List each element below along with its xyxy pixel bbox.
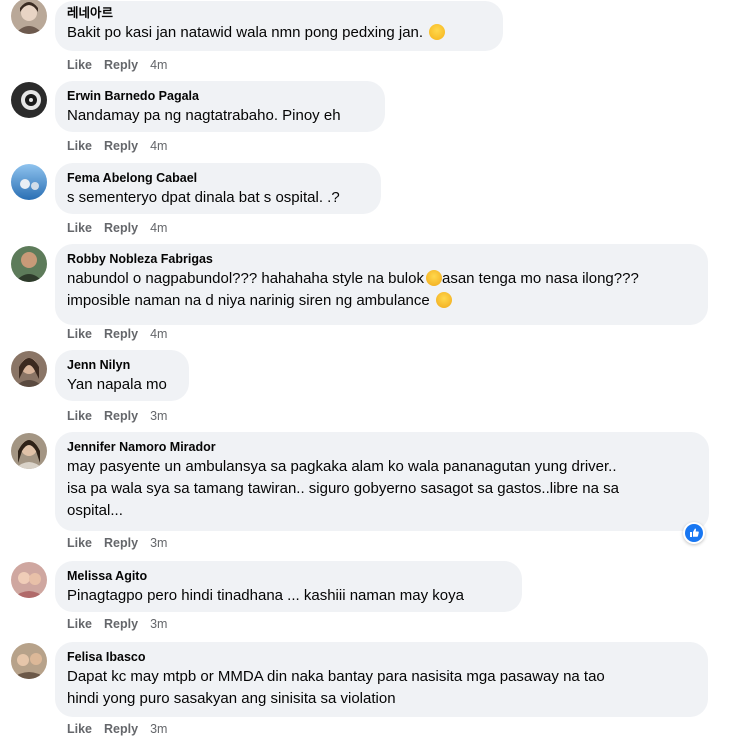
avatar[interactable] [11, 562, 47, 598]
comment-bubble: Robby Nobleza Fabrigas nabundol o nagpab… [55, 244, 708, 325]
comment-author[interactable]: Jenn Nilyn [67, 357, 177, 374]
like-button[interactable]: Like [67, 139, 92, 153]
reply-button[interactable]: Reply [104, 139, 138, 153]
reply-button[interactable]: Reply [104, 58, 138, 72]
comment-text: nabundol o nagpabundol??? hahahaha style… [67, 268, 696, 312]
reaction-badge[interactable] [683, 522, 705, 544]
avatar[interactable] [11, 351, 47, 387]
avatar[interactable] [11, 643, 47, 679]
like-icon [685, 524, 703, 542]
reply-button[interactable]: Reply [104, 409, 138, 423]
comment-bubble: Erwin Barnedo Pagala Nandamay pa ng nagt… [55, 81, 385, 132]
avatar[interactable] [11, 82, 47, 118]
avatar[interactable] [11, 246, 47, 282]
comment-bubble: Melissa Agito Pinagtagpo pero hindi tina… [55, 561, 522, 612]
timestamp[interactable]: 3m [150, 536, 167, 550]
comment-author[interactable]: 레네아르 [67, 5, 491, 22]
joy-emoji-icon [435, 292, 452, 308]
like-button[interactable]: Like [67, 409, 92, 423]
reply-button[interactable]: Reply [104, 617, 138, 631]
like-button[interactable]: Like [67, 722, 92, 736]
comment-author[interactable]: Felisa Ibasco [67, 649, 696, 666]
comment-bubble: Fema Abelong Cabael s sementeryo dpat di… [55, 163, 381, 214]
comment-bubble: Felisa Ibasco Dapat kc may mtpb or MMDA … [55, 642, 708, 717]
comment-actions: Like Reply 4m [67, 57, 167, 73]
comment-bubble: Jennifer Namoro Mirador may pasyente un … [55, 432, 709, 531]
comment-author[interactable]: Fema Abelong Cabael [67, 170, 369, 187]
like-button[interactable]: Like [67, 617, 92, 631]
comment-text: Dapat kc may mtpb or MMDA din naka banta… [67, 668, 605, 707]
timestamp[interactable]: 4m [150, 139, 167, 153]
comment-text-part: nabundol o nagpabundol??? hahahaha style… [67, 270, 424, 287]
timestamp[interactable]: 3m [150, 722, 167, 736]
timestamp[interactable]: 3m [150, 617, 167, 631]
grinning-sweat-emoji-icon [429, 24, 446, 40]
comment-actions: Like Reply 3m [67, 408, 167, 424]
avatar[interactable] [11, 164, 47, 200]
avatar[interactable] [11, 0, 47, 34]
timestamp[interactable]: 4m [150, 58, 167, 72]
timestamp[interactable]: 4m [150, 327, 167, 341]
comment-text: may pasyente un ambulansya sa pagkaka al… [67, 458, 619, 519]
comment-text: Pinagtagpo pero hindi tinadhana ... kash… [67, 587, 464, 604]
comment-text: Bakit po kasi jan natawid wala nmn pong … [67, 22, 491, 44]
reply-button[interactable]: Reply [104, 221, 138, 235]
like-button[interactable]: Like [67, 58, 92, 72]
like-button[interactable]: Like [67, 327, 92, 341]
comment-actions: Like Reply 3m [67, 535, 167, 551]
reply-button[interactable]: Reply [104, 536, 138, 550]
comment-bubble: Jenn Nilyn Yan napala mo [55, 350, 189, 401]
timestamp[interactable]: 4m [150, 221, 167, 235]
timestamp[interactable]: 3m [150, 409, 167, 423]
comment-text: s sementeryo dpat dinala bat s ospital. … [67, 189, 340, 206]
comment-author[interactable]: Erwin Barnedo Pagala [67, 88, 373, 105]
comment-text: Nandamay pa ng nagtatrabaho. Pinoy eh [67, 107, 341, 124]
comment-actions: Like Reply 3m [67, 616, 167, 632]
like-button[interactable]: Like [67, 536, 92, 550]
reply-button[interactable]: Reply [104, 327, 138, 341]
comment-actions: Like Reply 4m [67, 326, 167, 342]
reply-button[interactable]: Reply [104, 722, 138, 736]
avatar[interactable] [11, 433, 47, 469]
comment-author[interactable]: Jennifer Namoro Mirador [67, 439, 697, 456]
comment-text: Yan napala mo [67, 376, 167, 393]
rofl-emoji-icon [425, 270, 442, 286]
comment-bubble: 레네아르 Bakit po kasi jan natawid wala nmn … [55, 1, 503, 51]
comment-author[interactable]: Robby Nobleza Fabrigas [67, 251, 696, 268]
comment-author[interactable]: Melissa Agito [67, 568, 510, 585]
like-button[interactable]: Like [67, 221, 92, 235]
comment-actions: Like Reply 4m [67, 220, 167, 236]
comment-actions: Like Reply 4m [67, 138, 167, 154]
comment-text-content: Bakit po kasi jan natawid wala nmn pong … [67, 24, 424, 41]
